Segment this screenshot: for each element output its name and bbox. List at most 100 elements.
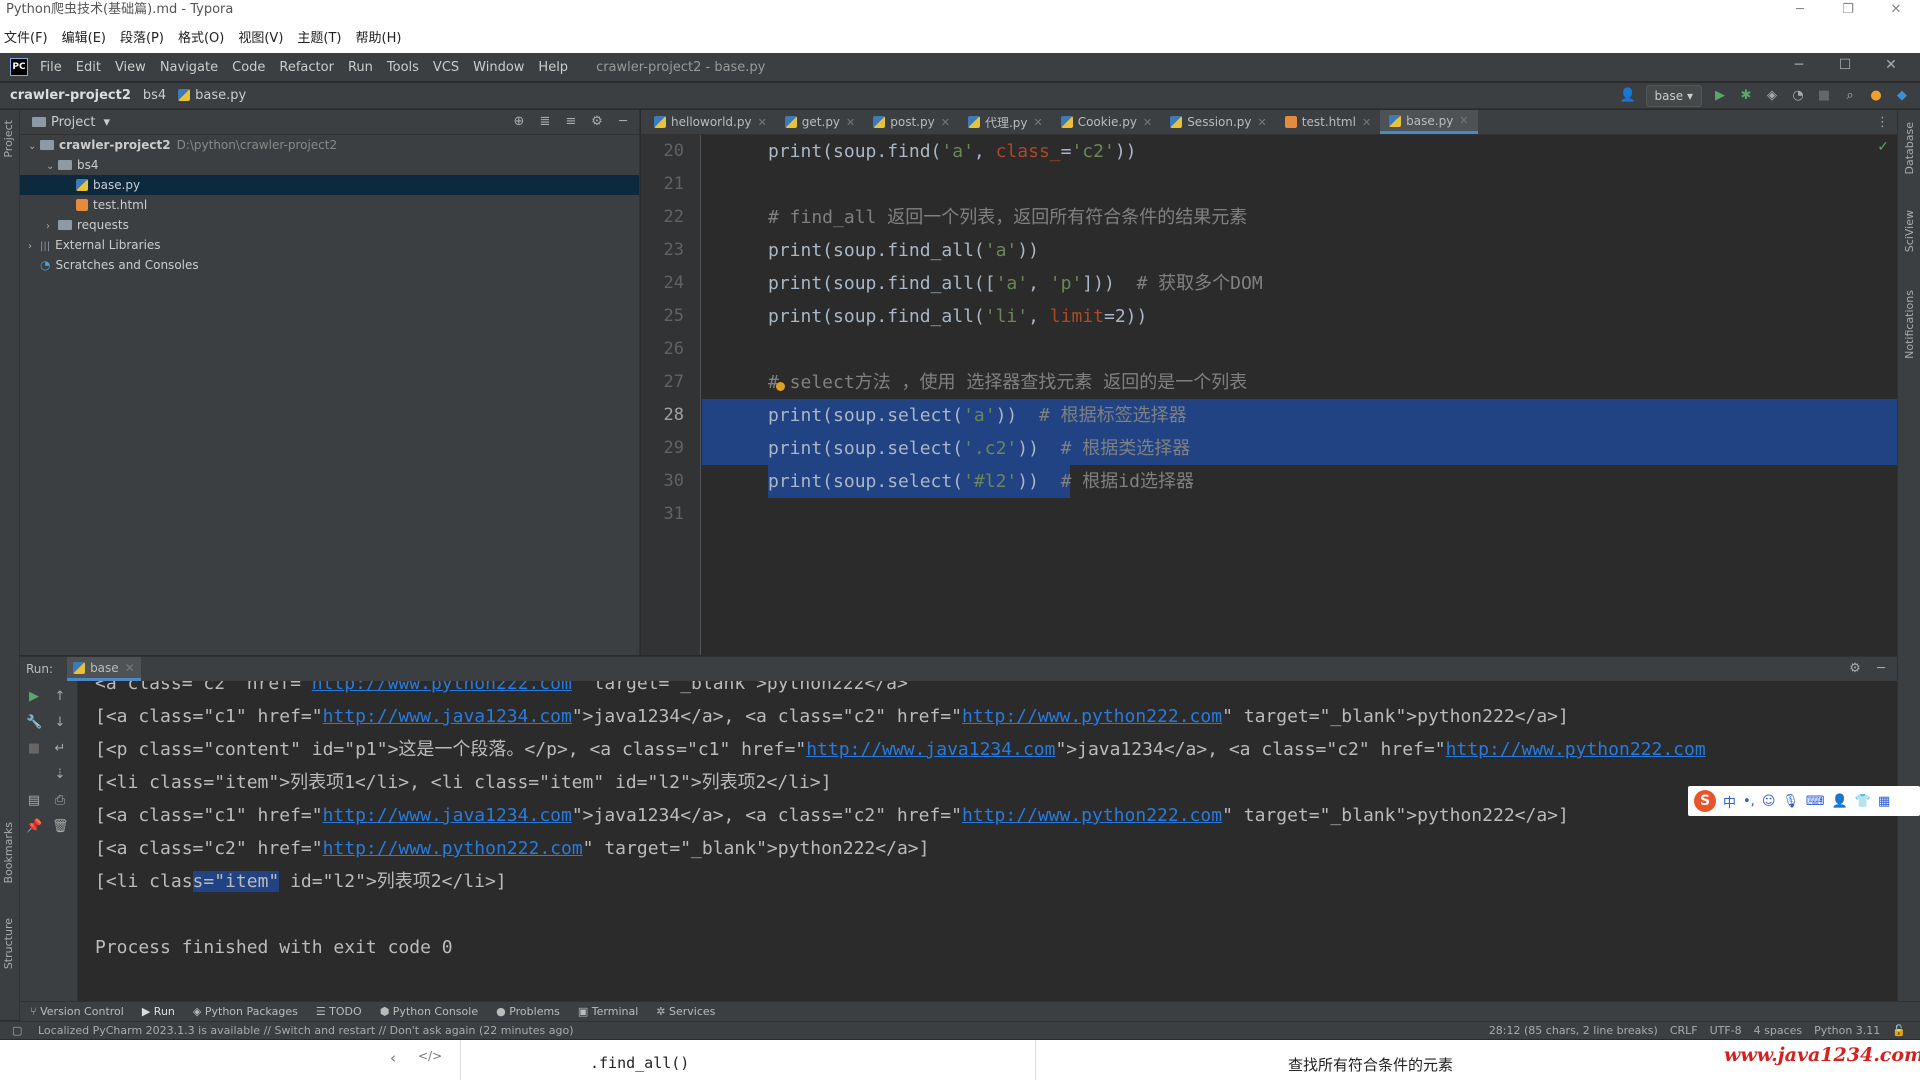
menu-run[interactable]: Run [348, 60, 373, 75]
breadcrumb-project[interactable]: crawler-project2 [10, 88, 131, 103]
link[interactable]: http://www.python222.com [962, 706, 1222, 727]
lock-icon[interactable]: 🔓 [1892, 1022, 1906, 1040]
run-tab-base[interactable]: base ✕ [67, 657, 141, 681]
breadcrumb-file[interactable]: base.py [178, 88, 246, 103]
tool-tab-python-console[interactable]: ⬢ Python Console [380, 1005, 478, 1018]
menu-file[interactable]: File [40, 60, 62, 75]
stop-icon[interactable]: ■ [1816, 88, 1832, 104]
tree-item[interactable]: test.html [20, 195, 639, 215]
typora-menu-help[interactable]: 帮助(H) [356, 27, 402, 46]
chevron-down-icon[interactable]: ⌄ [46, 157, 58, 177]
close-tab-icon[interactable]: ✕ [1362, 116, 1371, 129]
coverage-icon[interactable]: ◈ [1764, 88, 1780, 104]
print-icon[interactable]: ⎙ [52, 793, 68, 809]
punctuation-icon[interactable]: •, [1743, 794, 1755, 809]
wrench-icon[interactable]: 🔧 [26, 715, 42, 731]
microphone-icon[interactable]: 🎙 [1782, 794, 1799, 809]
menu-window[interactable]: Window [473, 60, 524, 75]
tool-tab-run[interactable]: ▶ Run [142, 1005, 175, 1018]
stop-icon[interactable]: ■ [26, 741, 42, 757]
chevron-right-icon[interactable]: › [28, 237, 40, 257]
python-interpreter[interactable]: Python 3.11 [1814, 1022, 1880, 1040]
tool-tab-version-control[interactable]: ⑂ Version Control [30, 1005, 124, 1018]
search-icon[interactable]: ⌕ [1842, 88, 1858, 104]
tree-item[interactable]: › requests [20, 215, 639, 235]
close-tab-icon[interactable]: ✕ [1033, 116, 1042, 129]
close-icon[interactable]: ✕ [1876, 57, 1906, 73]
structure-tool-tab[interactable]: Structure [2, 918, 15, 969]
notifications-tool-tab[interactable]: Notifications [1903, 290, 1916, 359]
editor-tab[interactable]: 代理.py ✕ [959, 110, 1052, 134]
typora-menu-view[interactable]: 视图(V) [238, 27, 283, 46]
line-separator[interactable]: CRLF [1670, 1022, 1698, 1040]
ime-mode[interactable]: 中 [1723, 792, 1736, 811]
plugin-icon[interactable]: ◆ [1894, 88, 1910, 104]
project-tool-tab[interactable]: Project [2, 120, 15, 158]
bookmarks-tool-tab[interactable]: Bookmarks [2, 822, 15, 883]
link[interactable]: http://www.java1234.com [323, 706, 572, 727]
menu-edit[interactable]: Edit [76, 60, 101, 75]
pin-icon[interactable]: 📌 [26, 819, 42, 835]
indent-setting[interactable]: 4 spaces [1754, 1022, 1803, 1040]
tree-item[interactable]: ⌄ bs4 [20, 155, 639, 175]
sciview-tool-tab[interactable]: SciView [1903, 210, 1916, 252]
menu-view[interactable]: View [115, 60, 146, 75]
link[interactable]: http://www.python222.com [1446, 739, 1706, 760]
database-tool-tab[interactable]: Database [1903, 122, 1916, 175]
source-code-icon[interactable]: </> [418, 1049, 442, 1063]
tool-tab-todo[interactable]: ☰ TODO [316, 1005, 362, 1018]
breadcrumb-folder[interactable]: bs4 [143, 88, 166, 103]
tool-tab-terminal[interactable]: ▣ Terminal [578, 1005, 638, 1018]
tree-item[interactable]: base.py [20, 175, 639, 195]
skin-icon[interactable]: 👕 [1855, 794, 1871, 809]
close-tab-icon[interactable]: ✕ [1258, 116, 1267, 129]
tool-tab-services[interactable]: ✲ Services [656, 1005, 715, 1018]
layout-icon[interactable]: ▤ [26, 793, 42, 809]
editor-tab[interactable]: Session.py ✕ [1161, 110, 1276, 134]
link[interactable]: http://www.java1234.com [323, 805, 572, 826]
run-icon[interactable]: ▶ [1712, 88, 1728, 104]
typora-menu-file[interactable]: 文件(F) [4, 27, 48, 46]
menu-tools[interactable]: Tools [387, 60, 419, 75]
editor-tab[interactable]: get.py ✕ [776, 110, 864, 134]
menu-vcs[interactable]: VCS [433, 60, 459, 75]
close-icon[interactable]: ✕ [1876, 0, 1916, 20]
hide-icon[interactable]: ─ [615, 114, 631, 130]
scroll-end-icon[interactable]: ⇣ [52, 767, 68, 783]
typora-menu-format[interactable]: 格式(O) [178, 27, 224, 46]
rerun-icon[interactable]: ▶ [26, 689, 42, 705]
ime-toolbar[interactable]: S 中 •, ☺ 🎙 ⌨ 👤 👕 ▦ [1688, 786, 1920, 816]
chevron-left-icon[interactable]: ‹ [390, 1049, 396, 1067]
user-icon[interactable]: 👤 [1832, 794, 1848, 809]
file-encoding[interactable]: UTF-8 [1710, 1022, 1742, 1040]
scroll-up-icon[interactable]: ↑ [52, 689, 68, 705]
minimize-icon[interactable]: ─ [1780, 0, 1820, 20]
tree-item[interactable]: ⌄ crawler-project2 D:\python\crawler-proje… [20, 135, 639, 155]
debug-icon[interactable]: ✱ [1738, 88, 1754, 104]
keyboard-icon[interactable]: ⌨ [1806, 794, 1825, 809]
gear-icon[interactable]: ⚙ [1847, 661, 1863, 677]
minimize-icon[interactable]: ─ [1784, 57, 1814, 73]
close-tab-icon[interactable]: ✕ [758, 116, 767, 129]
more-tabs-icon[interactable]: ⋮ [1876, 115, 1889, 130]
menu-code[interactable]: Code [232, 60, 265, 75]
editor-tab[interactable]: Cookie.py ✕ [1052, 110, 1161, 134]
restore-icon[interactable]: ❐ [1828, 0, 1868, 20]
status-panel-icon[interactable]: ▢ [12, 1022, 22, 1040]
link[interactable]: http://www.java1234.com [806, 739, 1055, 760]
editor-tab[interactable]: base.py ✕ [1380, 110, 1478, 134]
user-icon[interactable]: 👤 [1620, 88, 1636, 104]
hide-icon[interactable]: ─ [1873, 661, 1889, 677]
typora-menu-theme[interactable]: 主题(T) [297, 27, 341, 46]
status-message[interactable]: Localized PyCharm 2023.1.3 is available … [38, 1024, 574, 1037]
profile-icon[interactable]: ◔ [1790, 88, 1806, 104]
trash-icon[interactable]: 🗑 [52, 819, 69, 835]
close-tab-icon[interactable]: ✕ [846, 116, 855, 129]
editor-tab[interactable]: post.py ✕ [864, 110, 959, 134]
code-view[interactable]: print(soup.find('a', class_='c2')) # fin… [702, 135, 1897, 655]
link[interactable]: http://www.python222.com [323, 838, 583, 859]
tool-tab-python-packages[interactable]: ◈ Python Packages [193, 1005, 298, 1018]
caret-position[interactable]: 28:12 (85 chars, 2 line breaks) [1489, 1022, 1658, 1040]
close-tab-icon[interactable]: ✕ [1143, 116, 1152, 129]
console-output[interactable]: <a class="c2" href="http://www.python222… [79, 681, 1897, 986]
